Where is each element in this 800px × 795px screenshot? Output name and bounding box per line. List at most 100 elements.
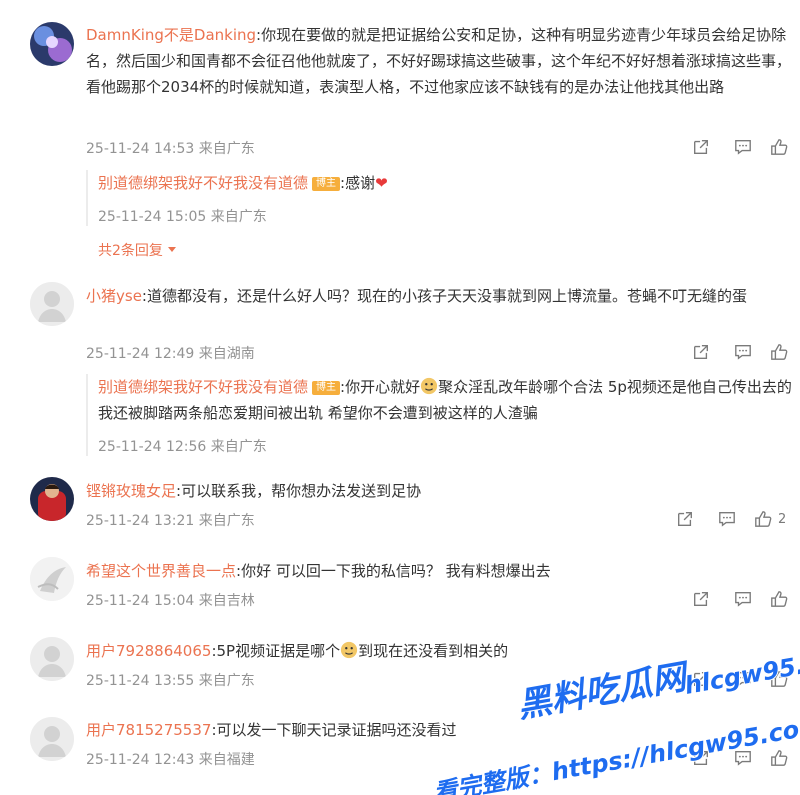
reply-location: 来自广东 <box>210 439 267 455</box>
share-icon <box>694 672 708 686</box>
reply-time: 25-11-24 12:56 <box>98 439 207 455</box>
avatar[interactable] <box>30 557 74 601</box>
comment-meta: 25-11-24 13:55 来自广东 <box>86 670 255 690</box>
doge-emoji <box>340 641 358 659</box>
comment-icon <box>735 751 751 766</box>
comment-meta: 25-11-24 15:04 来自吉林 <box>86 590 255 610</box>
comment-text: 铿锵玫瑰女足:可以联系我，帮你想办法发送到足协 <box>86 478 792 504</box>
comment-button[interactable] <box>722 668 764 690</box>
comment-location: 来自福建 <box>198 752 255 768</box>
comment-button[interactable] <box>722 136 764 158</box>
comment-icon <box>735 592 751 607</box>
reply-username[interactable]: 别道德绑架我好不好我没有道德 <box>98 174 308 192</box>
comment-location: 来自广东 <box>198 141 255 157</box>
reply-item: 别道德绑架我好不好我没有道德 博主:感谢❤ 25-11-24 15:05 来自广东 <box>86 170 792 226</box>
share-button[interactable] <box>680 747 722 769</box>
reply-meta: 25-11-24 12:56 来自广东 <box>98 436 792 456</box>
like-icon <box>771 671 788 687</box>
share-button[interactable] <box>680 668 722 690</box>
comment-text: 用户7815275537:可以发一下聊天记录证据吗还没看过 <box>86 717 792 743</box>
avatar-image <box>30 22 74 66</box>
comment-body: :可以联系我，帮你想办法发送到足协 <box>176 482 422 500</box>
comment-text: 希望这个世界善良一点:你好 可以回一下我的私信吗？ 我有料想爆出去 <box>86 558 792 584</box>
comment-text: 用户7928864065:5P视频证据是哪个 到现在还没看到相关的 <box>86 638 792 664</box>
comment-username[interactable]: 铿锵玫瑰女足 <box>86 482 176 500</box>
reply-body: :感谢 <box>340 174 376 192</box>
avatar-image <box>30 477 74 521</box>
comment-meta: 25-11-24 13:21 来自广东 <box>86 510 255 530</box>
comment-time: 25-11-24 13:55 <box>86 673 195 689</box>
avatar[interactable] <box>30 717 74 761</box>
share-icon <box>678 512 692 526</box>
blogger-badge: 博主 <box>312 381 341 395</box>
share-button[interactable] <box>680 588 722 610</box>
share-button[interactable] <box>680 341 722 363</box>
comment-body: :你好 可以回一下我的私信吗？ 我有料想爆出去 <box>236 562 551 580</box>
like-button[interactable] <box>764 341 800 363</box>
comment-icon <box>735 140 751 155</box>
comment-time: 25-11-24 14:53 <box>86 141 195 157</box>
reply-username[interactable]: 别道德绑架我好不好我没有道德 <box>98 378 308 396</box>
comment-time: 25-11-24 12:49 <box>86 346 195 362</box>
share-icon <box>694 751 708 765</box>
like-button[interactable] <box>764 747 800 769</box>
avatar[interactable] <box>30 477 74 521</box>
comment-username[interactable]: DamnKing不是Danking <box>86 26 256 44</box>
default-avatar-image <box>30 637 74 681</box>
comment-text: 小猪yse:道德都没有，还是什么好人吗？现在的小孩子天天没事就到网上博流量。苍蝇… <box>86 283 792 309</box>
share-button[interactable] <box>664 508 706 530</box>
like-button[interactable] <box>764 668 800 690</box>
avatar[interactable] <box>30 282 74 326</box>
comment-icon <box>719 512 735 527</box>
comment-button[interactable] <box>722 747 764 769</box>
reply-text: 别道德绑架我好不好我没有道德 博主:你开心就好 聚众淫乱改年龄哪个合法 5p视频还是… <box>98 374 792 426</box>
comment-text: DamnKing不是Danking:你现在要做的就是把证据给公安和足协，这种有明… <box>86 22 792 100</box>
like-button[interactable] <box>764 136 800 158</box>
share-icon <box>694 345 708 359</box>
comment-meta: 25-11-24 12:43 来自福建 <box>86 749 255 769</box>
comment-actions <box>680 668 800 690</box>
like-icon <box>771 139 788 155</box>
share-icon <box>694 592 708 606</box>
blogger-badge: 博主 <box>312 177 341 191</box>
reply-body-part1: :你开心就好 <box>340 378 421 396</box>
reply-location: 来自广东 <box>210 209 267 225</box>
avatar[interactable] <box>30 637 74 681</box>
default-avatar-image <box>30 717 74 761</box>
default-avatar-image <box>30 282 74 326</box>
comment-actions: 2 <box>664 508 800 530</box>
comment-username[interactable]: 小猪yse <box>86 287 142 305</box>
comment-body-part2: 到现在还没看到相关的 <box>358 642 509 660</box>
reply-meta: 25-11-24 15:05 来自广东 <box>98 206 792 226</box>
comment-button[interactable] <box>722 588 764 610</box>
share-button[interactable] <box>680 136 722 158</box>
like-button[interactable] <box>764 588 800 610</box>
heart-emoji: ❤ <box>375 174 388 192</box>
like-icon <box>755 511 772 527</box>
comment-meta: 25-11-24 12:49 来自湖南 <box>86 343 255 363</box>
comment-username[interactable]: 用户7928864065 <box>86 642 211 660</box>
avatar[interactable] <box>30 22 74 66</box>
more-replies-link[interactable]: 共2条回复 <box>98 240 177 260</box>
comment-button[interactable] <box>722 341 764 363</box>
comment-meta: 25-11-24 14:53 来自广东 <box>86 138 255 158</box>
reply-item: 别道德绑架我好不好我没有道德 博主:你开心就好 聚众淫乱改年龄哪个合法 5p视频还是… <box>86 374 792 456</box>
doge-emoji <box>420 377 438 395</box>
like-button[interactable]: 2 <box>748 508 800 530</box>
comment-location: 来自广东 <box>198 513 255 529</box>
comment-actions <box>680 588 800 610</box>
comment-username[interactable]: 用户7815275537 <box>86 721 211 739</box>
reply-time: 25-11-24 15:05 <box>98 209 207 225</box>
comment-icon <box>735 672 751 687</box>
comment-button[interactable] <box>706 508 748 530</box>
comment-body-part1: :5P视频证据是哪个 <box>211 642 341 660</box>
more-replies-label: 共2条回复 <box>98 243 163 259</box>
comment-body: :道德都没有，还是什么好人吗？现在的小孩子天天没事就到网上博流量。苍蝇不叮无缝的… <box>141 287 747 305</box>
comment-location: 来自吉林 <box>198 593 255 609</box>
watermark-title: 黑料吃瓜网 <box>514 656 693 726</box>
comment-location: 来自广东 <box>198 673 255 689</box>
like-icon <box>771 750 788 766</box>
comment-time: 25-11-24 15:04 <box>86 593 195 609</box>
comment-time: 25-11-24 13:21 <box>86 513 195 529</box>
comment-username[interactable]: 希望这个世界善良一点 <box>86 562 236 580</box>
